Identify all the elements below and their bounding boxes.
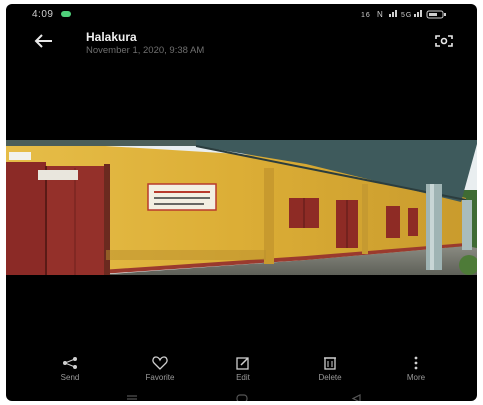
delete-label: Delete [318,373,342,382]
share-icon [63,357,77,369]
status-indicators: 16 N 5G [361,9,457,21]
system-navigation-bar [6,388,477,401]
favorite-label: Favorite [145,373,175,382]
send-button[interactable]: Send [35,356,105,382]
more-label: More [406,373,426,382]
favorite-button[interactable]: Favorite [125,356,195,382]
edit-button[interactable]: Edit [208,356,278,382]
bottom-action-bar: Send Favorite Edit Delete More [6,356,477,386]
signal-battery-icon: 16 N 5G [361,10,446,19]
nav-back-button[interactable] [351,390,361,401]
nav-recents-button[interactable] [126,390,138,401]
trash-icon [324,357,336,370]
recents-icon [127,395,137,400]
home-icon [236,394,248,401]
status-bar: 4:09 16 N 5G [6,4,477,24]
more-icon [414,356,418,370]
back-triangle-icon [351,394,361,401]
delete-button[interactable]: Delete [295,356,365,382]
nav-home-button[interactable] [236,390,248,401]
edit-label: Edit [236,373,250,382]
more-button[interactable]: More [381,356,451,382]
status-time: 4:09 [32,9,54,20]
lens-button[interactable] [433,32,455,50]
photo-viewer-screen: 4:09 16 N 5G Halakura November 1, 2020, … [6,4,477,401]
back-button[interactable] [30,30,56,52]
svg-text:N: N [377,10,384,19]
edit-icon [236,357,249,370]
svg-text:16: 16 [361,12,371,19]
photo-image[interactable] [6,140,477,275]
top-app-bar: Halakura November 1, 2020, 9:38 AM [6,26,477,60]
svg-text:5G: 5G [401,12,412,19]
notification-dot-icon [61,11,71,17]
photo-date: November 1, 2020, 9:38 AM [86,45,205,56]
arrow-left-icon [34,34,52,48]
school-building-photo [6,140,477,275]
google-lens-icon [435,35,453,47]
photo-title: Halakura [86,30,137,44]
send-label: Send [60,373,80,382]
heart-icon [152,356,168,370]
